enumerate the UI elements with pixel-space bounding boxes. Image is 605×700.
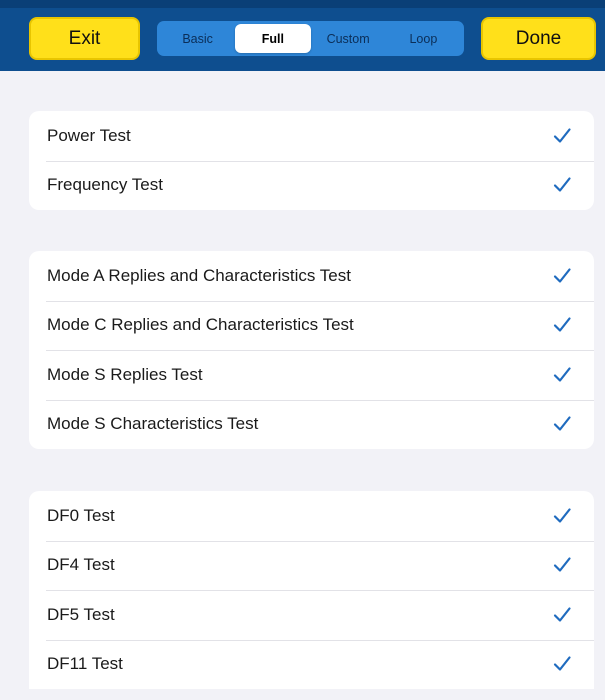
list-item-mode-a-test[interactable]: Mode A Replies and Characteristics Test bbox=[29, 251, 594, 301]
list-item-label: Mode C Replies and Characteristics Test bbox=[47, 315, 354, 335]
list-item-df5-test[interactable]: DF5 Test bbox=[29, 590, 594, 640]
list-item-df0-test[interactable]: DF0 Test bbox=[29, 491, 594, 541]
list-item-mode-s-characteristics-test[interactable]: Mode S Characteristics Test bbox=[29, 399, 594, 450]
segment-loop[interactable]: Loop bbox=[386, 24, 461, 53]
list-item-mode-s-replies-test[interactable]: Mode S Replies Test bbox=[29, 350, 594, 400]
test-group-downlink-formats: DF0 Test DF4 Test DF5 Test DF11 Test bbox=[29, 491, 594, 689]
list-item-label: Mode S Characteristics Test bbox=[47, 414, 259, 434]
test-group-modes: Mode A Replies and Characteristics Test … bbox=[29, 251, 594, 449]
test-group-power-frequency: Power Test Frequency Test bbox=[29, 111, 594, 210]
toolbar-top-edge bbox=[0, 0, 605, 8]
checkmark-icon bbox=[553, 557, 571, 572]
segment-full[interactable]: Full bbox=[235, 24, 311, 53]
top-toolbar: Exit Basic Full Custom Loop Done bbox=[0, 0, 605, 71]
list-item-frequency-test[interactable]: Frequency Test bbox=[29, 160, 594, 211]
checkmark-icon bbox=[553, 656, 571, 671]
checkmark-icon bbox=[553, 416, 571, 431]
segment-custom[interactable]: Custom bbox=[311, 24, 386, 53]
list-item-label: DF0 Test bbox=[47, 505, 115, 525]
segment-basic[interactable]: Basic bbox=[160, 24, 235, 53]
list-item-df4-test[interactable]: DF4 Test bbox=[29, 540, 594, 591]
list-item-label: Frequency Test bbox=[47, 175, 163, 195]
checkmark-icon bbox=[553, 268, 571, 283]
list-item-label: Power Test bbox=[47, 125, 131, 145]
checkmark-icon bbox=[553, 607, 571, 622]
list-item-label: Mode S Replies Test bbox=[47, 364, 203, 384]
exit-button[interactable]: Exit bbox=[29, 17, 140, 60]
list-item-label: DF11 Test bbox=[47, 654, 123, 674]
test-mode-segmented-control: Basic Full Custom Loop bbox=[157, 21, 464, 56]
done-button[interactable]: Done bbox=[481, 17, 596, 60]
checkmark-icon bbox=[553, 508, 571, 523]
checkmark-icon bbox=[553, 367, 571, 382]
list-item-label: DF4 Test bbox=[47, 555, 115, 575]
list-item-power-test[interactable]: Power Test bbox=[29, 111, 594, 161]
list-item-df11-test[interactable]: DF11 Test bbox=[29, 639, 594, 690]
list-item-label: Mode A Replies and Characteristics Test bbox=[47, 265, 351, 285]
checkmark-icon bbox=[553, 317, 571, 332]
checkmark-icon bbox=[553, 177, 571, 192]
checkmark-icon bbox=[553, 128, 571, 143]
list-item-mode-c-test[interactable]: Mode C Replies and Characteristics Test bbox=[29, 300, 594, 351]
list-item-label: DF5 Test bbox=[47, 604, 115, 624]
